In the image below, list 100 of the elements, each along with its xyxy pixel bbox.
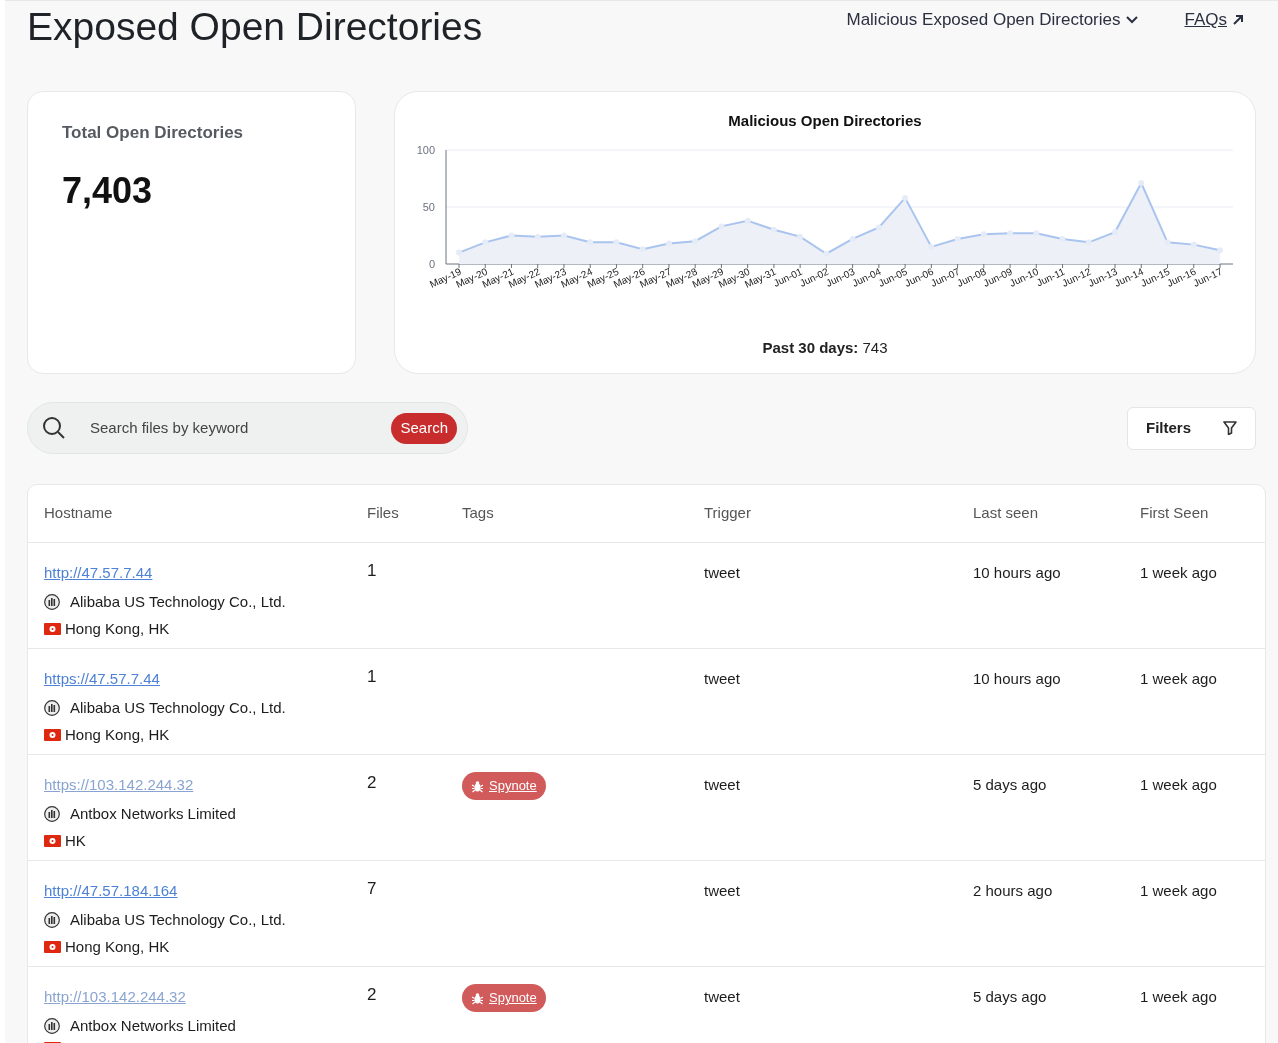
flag-icon: [44, 623, 61, 636]
first-seen-text: 1 week ago: [1140, 670, 1217, 687]
server-icon: [44, 805, 60, 822]
hostname-link[interactable]: http://47.57.184.164: [44, 880, 178, 903]
location-text: Hong Kong, HK: [65, 619, 170, 639]
total-value: 7,403: [62, 168, 154, 213]
data-point: [1112, 228, 1119, 235]
flag-icon: [44, 729, 61, 742]
first-seen-text: 1 week ago: [1140, 564, 1217, 581]
last-seen-text: 2 hours ago: [973, 882, 1053, 899]
last-seen-text: 10 hours ago: [973, 670, 1061, 687]
organization-text: Alibaba US Technology Co., Ltd.: [70, 697, 286, 718]
data-point: [1164, 238, 1171, 245]
files-count: 7: [367, 879, 377, 898]
first-seen-text: 1 week ago: [1140, 882, 1217, 899]
data-point: [665, 240, 672, 246]
trigger-text: tweet: [704, 882, 740, 899]
trigger-text: tweet: [704, 670, 740, 687]
data-point: [980, 230, 987, 237]
server-icon: [44, 699, 60, 716]
data-point: [456, 249, 462, 256]
data-point: [613, 238, 620, 245]
hostname-link[interactable]: http://47.57.7.44: [44, 562, 153, 585]
search-button[interactable]: Search: [391, 412, 457, 444]
location-text: Hong Kong, HK: [65, 937, 170, 957]
trigger-text: tweet: [704, 988, 740, 1005]
trigger-text: tweet: [704, 776, 740, 793]
data-point: [797, 233, 804, 240]
data-point: [1033, 229, 1040, 236]
data-point: [954, 235, 961, 242]
filters-button[interactable]: Filters: [1127, 406, 1256, 450]
data-point: [902, 194, 909, 201]
data-point: [1190, 241, 1197, 248]
past-30-days-text: Past 30 days: 743: [762, 337, 888, 358]
flag-icon: [44, 941, 61, 954]
organization-text: Antbox Networks Limited: [70, 803, 236, 824]
data-point: [718, 222, 725, 229]
tag-badge[interactable]: Spynote: [462, 984, 546, 1012]
y-tick-label: 100: [416, 144, 435, 156]
search-icon: [42, 416, 66, 440]
column-header: First Seen: [1140, 503, 1210, 524]
data-point: [744, 217, 751, 224]
data-point: [639, 245, 646, 252]
data-point: [692, 237, 699, 244]
column-header: Tags: [462, 503, 495, 524]
data-point: [1007, 229, 1014, 236]
last-seen-text: 5 days ago: [973, 776, 1047, 793]
data-point: [875, 224, 882, 230]
data-point: [1138, 179, 1145, 186]
column-header: Last seen: [973, 503, 1040, 524]
data-point: [928, 243, 935, 250]
location-text: Hong Kong, HK: [65, 725, 170, 745]
hostname-link[interactable]: https://47.57.7.44: [44, 668, 160, 691]
files-count: 1: [367, 667, 377, 686]
server-icon: [44, 1017, 60, 1034]
organization-text: Alibaba US Technology Co., Ltd.: [70, 909, 286, 930]
files-count: 2: [367, 985, 377, 1004]
data-point: [823, 250, 830, 257]
data-point: [1085, 238, 1092, 245]
data-point: [482, 238, 489, 245]
arrow-up-right-icon: [1232, 13, 1244, 26]
trigger-text: tweet: [704, 564, 740, 581]
last-seen-text: 10 hours ago: [973, 564, 1061, 581]
data-point: [770, 226, 777, 233]
column-header: Hostname: [44, 503, 114, 524]
data-point: [508, 232, 515, 238]
column-header: Trigger: [704, 503, 752, 524]
hostname-link[interactable]: http://103.142.244.32: [44, 986, 186, 1009]
data-point: [1217, 246, 1223, 253]
total-label: Total Open Directories: [62, 122, 245, 144]
data-point: [560, 232, 567, 238]
server-icon: [44, 911, 60, 928]
organization-text: Alibaba US Technology Co., Ltd.: [70, 591, 286, 612]
y-tick-label: 0: [428, 257, 435, 270]
files-count: 1: [367, 561, 377, 580]
filter-icon: [1223, 421, 1237, 435]
y-tick-label: 50: [422, 200, 435, 213]
files-count: 2: [367, 773, 377, 792]
organization-text: Antbox Networks Limited: [70, 1015, 236, 1036]
first-seen-text: 1 week ago: [1140, 988, 1217, 1005]
hostname-link[interactable]: https://103.142.244.32: [44, 774, 194, 797]
bug-icon: [471, 991, 484, 1005]
tag-badge[interactable]: Spynote: [462, 772, 546, 800]
directories-menu[interactable]: Malicious Exposed Open Directories: [846, 7, 1139, 33]
chart-title: Malicious Open Directories: [728, 111, 922, 131]
server-icon: [44, 593, 60, 610]
search-field[interactable]: Search files by keyword Search: [27, 402, 468, 454]
data-point: [587, 238, 594, 245]
bug-icon: [471, 779, 484, 793]
first-seen-text: 1 week ago: [1140, 776, 1217, 793]
data-point: [534, 233, 541, 240]
data-point: [1059, 235, 1066, 242]
chevron-down-icon: [1126, 15, 1139, 24]
flag-icon: [44, 835, 61, 848]
last-seen-text: 5 days ago: [973, 988, 1047, 1005]
data-point: [849, 235, 856, 242]
location-text: HK: [65, 831, 86, 851]
column-header: Files: [367, 503, 400, 524]
faqs-link[interactable]: FAQs: [1184, 7, 1244, 33]
page-title: Exposed Open Directories: [27, 7, 483, 47]
